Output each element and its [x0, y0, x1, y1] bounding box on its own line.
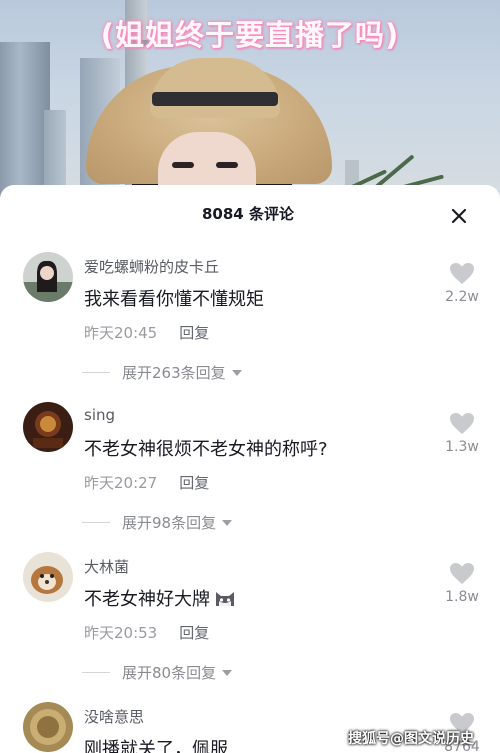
comment-username[interactable]: 没啥意思 [84, 706, 144, 727]
like-button[interactable]: 2.2w [442, 262, 482, 305]
comment-item: 爱吃螺蛳粉的皮卡丘 我来看看你懂不懂规矩 昨天20:45 回复 展开263条回复 … [0, 252, 500, 402]
like-button[interactable]: 1.3w [442, 412, 482, 455]
comment-username[interactable]: sing [84, 406, 115, 424]
expand-replies-label: 展开98条回复 [122, 514, 217, 532]
avatar[interactable] [23, 252, 73, 302]
comment-time: 昨天20:45 [84, 324, 158, 342]
comment-meta: 昨天20:45 回复 [84, 322, 209, 343]
expand-replies-label: 展开263条回复 [122, 364, 226, 382]
reply-button[interactable]: 回复 [179, 624, 209, 642]
expand-replies-button[interactable]: 展开80条回复 [81, 662, 233, 683]
like-count: 2.2w [445, 289, 479, 305]
comment-username[interactable]: 大林菌 [84, 556, 129, 577]
like-button[interactable]: 1.8w [442, 562, 482, 605]
like-count: 1.8w [445, 589, 479, 605]
comment-text: 不老女神很烦不老女神的称呼? [84, 439, 328, 460]
close-icon [451, 208, 467, 224]
comment-time: 昨天20:53 [84, 624, 158, 642]
comment-time: 昨天20:27 [84, 474, 158, 492]
reply-button[interactable]: 回复 [179, 474, 209, 492]
avatar[interactable] [23, 552, 73, 602]
comment-sheet: 8084 条评论 爱吃螺蛳粉的皮卡丘 我来看看你懂不懂规矩 昨天20:45 回复 … [0, 185, 500, 753]
comment-meta: 昨天20:53 回复 [84, 622, 209, 643]
heart-icon [450, 413, 474, 434]
video-subtitle: (姐姐终于要直播了吗) [100, 18, 400, 52]
cat-emoji-icon [216, 592, 234, 606]
heart-icon [450, 263, 474, 284]
comment-count-title: 8084 条评论 [202, 205, 294, 223]
comment-username[interactable]: 爱吃螺蛳粉的皮卡丘 [84, 256, 219, 277]
skyscraper [0, 42, 50, 200]
expand-replies-label: 展开80条回复 [122, 664, 217, 682]
video-preview[interactable]: (姐姐终于要直播了吗) [0, 0, 500, 200]
close-button[interactable] [446, 203, 472, 229]
comment-item: 大林菌 不老女神好大牌 昨天20:53 回复 展开80条回复 1.8w [0, 552, 500, 702]
reply-button[interactable]: 回复 [179, 324, 209, 342]
chevron-down-icon [222, 670, 233, 676]
comment-meta: 昨天20:27 回复 [84, 472, 209, 493]
hat-band [152, 92, 278, 106]
comment-text: 刚播就关了，佩服 [84, 739, 228, 753]
comment-text: 我来看看你懂不懂规矩 [84, 289, 264, 310]
expand-replies-button[interactable]: 展开98条回复 [81, 512, 233, 533]
like-count: 1.3w [445, 439, 479, 455]
watermark: 搜狐号@图文说历史 [348, 731, 474, 747]
comment-text-body: 不老女神好大牌 [84, 589, 210, 610]
avatar[interactable] [23, 702, 73, 752]
avatar[interactable] [23, 402, 73, 452]
comment-text: 不老女神好大牌 [84, 585, 236, 611]
heart-icon [450, 563, 474, 584]
chevron-down-icon [231, 370, 242, 376]
comment-item: sing 不老女神很烦不老女神的称呼? 昨天20:27 回复 展开98条回复 1.… [0, 402, 500, 552]
expand-replies-button[interactable]: 展开263条回复 [82, 362, 242, 383]
chevron-down-icon [222, 520, 233, 526]
